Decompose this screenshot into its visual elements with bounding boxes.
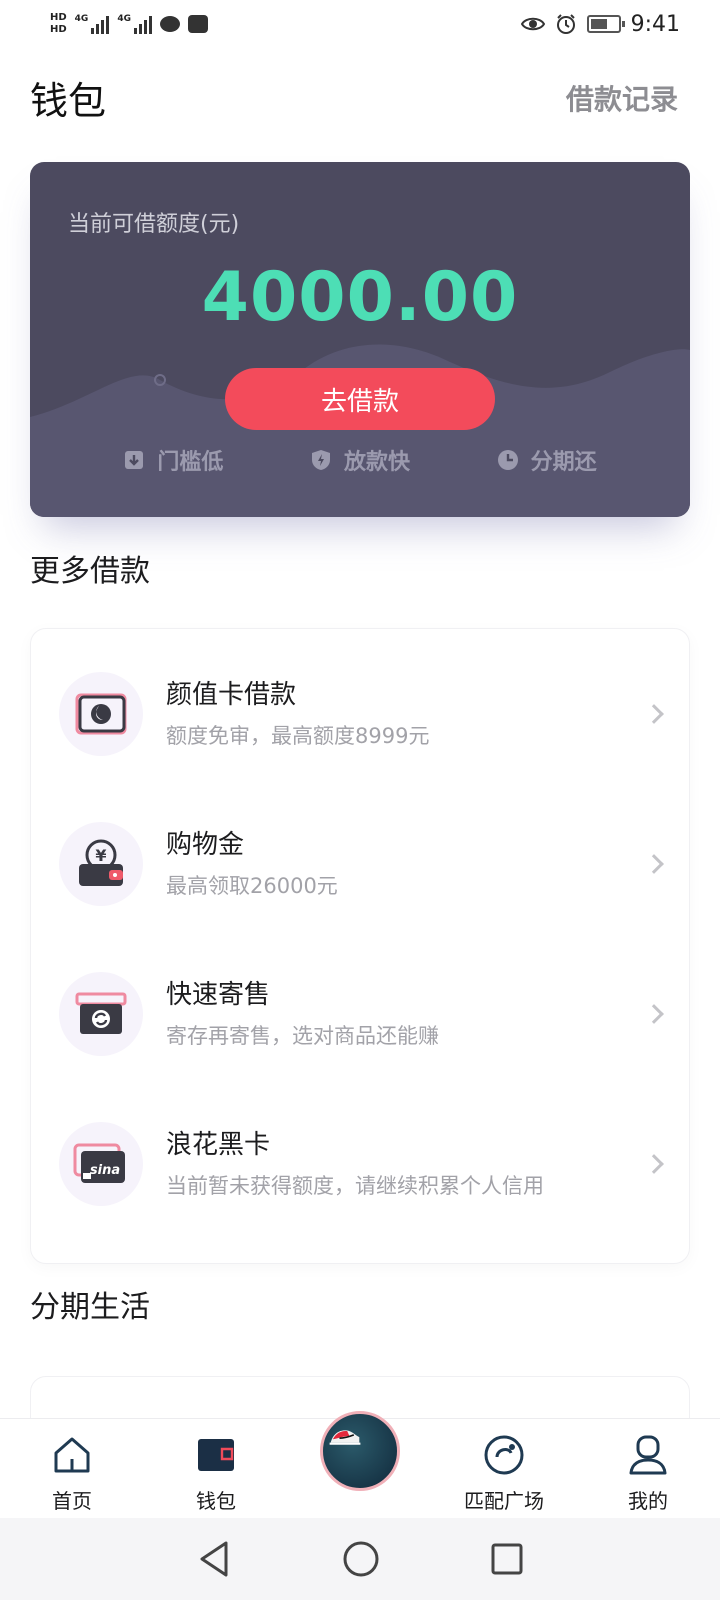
- loan-item-quick-consign[interactable]: 快速寄售 寄存再寄售，选对商品还能赚: [31, 939, 691, 1089]
- wallet-yen-icon: ¥: [59, 822, 143, 906]
- installment-life-title: 分期生活: [30, 1290, 150, 1325]
- status-right: 9:41: [520, 11, 680, 37]
- loan-item-title: 浪花黑卡: [166, 1130, 271, 1160]
- page-header: 钱包 借款记录: [30, 70, 680, 125]
- shopping-bag-icon: [187, 15, 208, 33]
- more-loans-title: 更多借款: [30, 554, 150, 589]
- clock-icon: [497, 450, 518, 470]
- tab-label: 我的: [628, 1489, 668, 1513]
- hd-indicator: HD HD: [50, 12, 67, 35]
- message-icon: [159, 16, 180, 32]
- loan-item-text: 购物金 最高领取26000元: [166, 828, 338, 900]
- back-icon[interactable]: [196, 1539, 232, 1579]
- loan-item-black-card[interactable]: sina 浪花黑卡 当前暂未获得额度，请继续积累个人信用: [31, 1089, 691, 1239]
- download-icon: [125, 451, 144, 469]
- recents-icon[interactable]: [490, 1542, 524, 1576]
- loan-item-beauty-card[interactable]: 颜值卡借款 额度免审，最高额度8999元: [31, 639, 691, 789]
- loan-item-subtitle: 寄存再寄售，选对商品还能赚: [166, 1024, 439, 1048]
- credit-limit-card: 当前可借额度(元) 4000.00 去借款 门槛低 放款快 分期还: [30, 162, 690, 517]
- clock-time: 9:41: [630, 11, 680, 37]
- feature-fast-payout: 放款快: [310, 444, 410, 476]
- battery-icon: [586, 15, 625, 33]
- status-bar: HD HD 4G 4G 9:41: [0, 0, 720, 48]
- signal-icon: 4G: [75, 14, 110, 34]
- borrow-button[interactable]: 去借款: [225, 368, 495, 430]
- tab-label: 钱包: [196, 1489, 236, 1513]
- loan-item-title: 购物金: [166, 830, 245, 860]
- tab-label: 首页: [52, 1489, 92, 1513]
- beauty-card-icon: [59, 672, 143, 756]
- loan-item-subtitle: 当前暂未获得额度，请继续积累个人信用: [166, 1174, 544, 1198]
- signal-icon: 4G: [117, 14, 152, 34]
- sina-card-icon: sina: [59, 1122, 143, 1206]
- tab-mine[interactable]: 我的: [576, 1419, 720, 1518]
- tab-center-sneaker[interactable]: [288, 1411, 432, 1518]
- system-nav-bar: [0, 1518, 720, 1600]
- credit-limit-amount: 4000.00: [201, 258, 519, 337]
- loan-item-subtitle: 额度免审，最高额度8999元: [166, 724, 430, 748]
- tab-home[interactable]: 首页: [0, 1419, 144, 1518]
- page-title: 钱包: [30, 79, 107, 123]
- chevron-right-icon: [644, 854, 664, 874]
- status-left: HD HD 4G 4G: [50, 12, 208, 36]
- tab-label: 匹配广场: [464, 1489, 544, 1513]
- loan-item-text: 快速寄售 寄存再寄售，选对商品还能赚: [166, 978, 439, 1050]
- tab-wallet[interactable]: 钱包: [144, 1419, 288, 1518]
- chevron-right-icon: [644, 1004, 664, 1024]
- chevron-right-icon: [644, 1154, 664, 1174]
- feature-installment: 分期还: [497, 444, 597, 476]
- loan-item-subtitle: 最高领取26000元: [166, 874, 338, 898]
- loan-item-title: 颜值卡借款: [166, 680, 297, 710]
- wallet-icon: [198, 1439, 234, 1471]
- svg-text:¥: ¥: [95, 846, 106, 865]
- more-loans-list: 颜值卡借款 额度免审，最高额度8999元 ¥ 购物金 最高领取26000元 快速…: [30, 628, 690, 1264]
- feature-row: 门槛低 放款快 分期还: [30, 444, 690, 476]
- match-icon: [484, 1435, 524, 1475]
- home-circle-icon[interactable]: [342, 1540, 380, 1578]
- feature-low-threshold: 门槛低: [123, 444, 223, 476]
- loan-records-link[interactable]: 借款记录: [566, 78, 678, 118]
- loan-item-text: 浪花黑卡 当前暂未获得额度，请继续积累个人信用: [166, 1128, 544, 1200]
- credit-limit-label: 当前可借额度(元): [68, 212, 240, 237]
- sneaker-icon: [320, 1411, 400, 1491]
- eye-icon: [520, 17, 545, 31]
- tab-match-plaza[interactable]: 匹配广场: [432, 1419, 576, 1518]
- profile-icon: [629, 1435, 667, 1475]
- loan-item-text: 颜值卡借款 额度免审，最高额度8999元: [166, 678, 429, 750]
- chevron-right-icon: [644, 704, 664, 724]
- bottom-tab-bar: 首页 钱包 匹配广场 我的: [0, 1411, 720, 1518]
- home-icon: [54, 1437, 90, 1473]
- loan-item-shopping-gold[interactable]: ¥ 购物金 最高领取26000元: [31, 789, 691, 939]
- loan-item-title: 快速寄售: [166, 980, 271, 1010]
- consignment-box-icon: [59, 972, 143, 1056]
- alarm-icon: [556, 14, 575, 34]
- shield-bolt-icon: [311, 450, 330, 470]
- svg-text:sina: sina: [90, 1163, 120, 1178]
